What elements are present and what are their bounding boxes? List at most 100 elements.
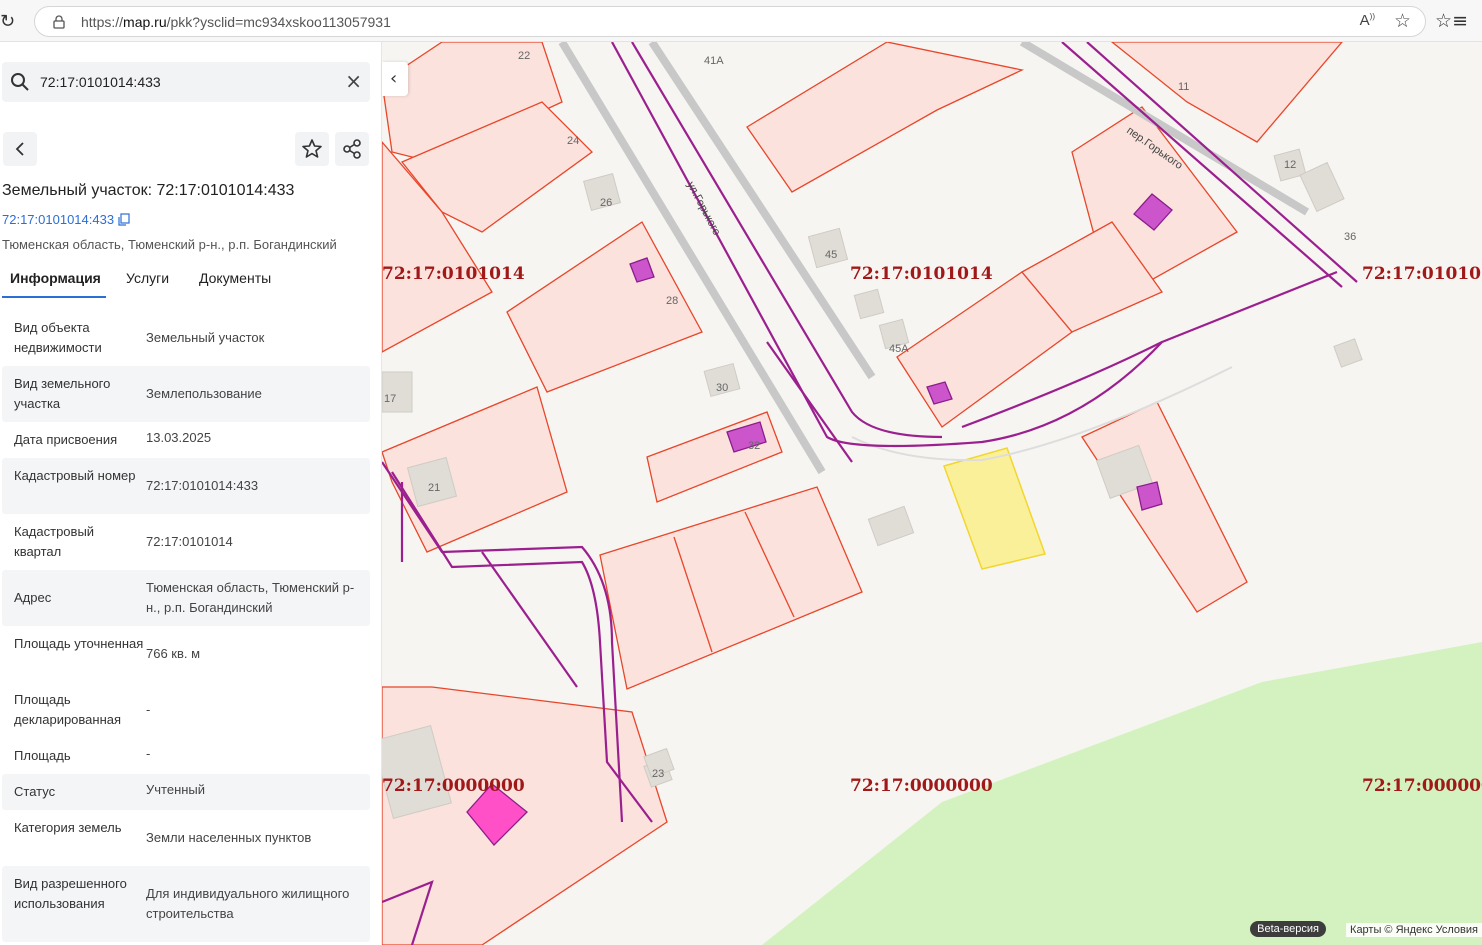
street-label: ул.Горького (684, 180, 722, 238)
house-number: 22 (518, 50, 530, 62)
browser-toolbar: ↻ https://map.ru/pkk?ysclid=mc934xskoo11… (0, 0, 1482, 42)
house-number: 41А (704, 55, 724, 67)
object-address: Тюменская область, Тюменский р-н., р.п. … (2, 237, 337, 252)
parcel[interactable] (746, 42, 1025, 193)
parcel[interactable] (506, 221, 703, 393)
share-button[interactable] (335, 132, 369, 166)
quarter-label: 72:17:000000 (1362, 776, 1482, 796)
property-row: Площадь декларированная - (2, 682, 370, 738)
property-key: Площадь уточненная (14, 636, 144, 651)
house-number: 17 (384, 393, 396, 405)
property-key: Вид объекта недвижимости (14, 320, 102, 355)
property-row: Кадастровый номер 72:17:0101014:433 (2, 458, 370, 514)
property-value: - (146, 746, 151, 761)
property-key: Кадастровый квартал (14, 524, 95, 559)
beta-badge[interactable]: Beta-версия (1250, 921, 1326, 937)
selected-parcel[interactable] (943, 447, 1046, 570)
property-value: Земельный участок (146, 330, 265, 345)
url-text[interactable]: https://map.ru/pkk?ysclid=mc934xskoo1130… (81, 14, 391, 30)
building (807, 227, 849, 269)
tabs: Информация Услуги Документы (2, 267, 372, 298)
property-key: Площадь (14, 748, 71, 763)
property-value: Учтенный (146, 782, 206, 797)
house-number: 30 (716, 382, 728, 394)
star-icon[interactable]: ☆ (1394, 10, 1411, 32)
utility-line (481, 551, 578, 688)
favorite-button[interactable] (295, 132, 329, 166)
house-number: 26 (600, 197, 612, 209)
property-key: Статус (14, 784, 56, 799)
quarter-label: 72:17:010101 (1362, 264, 1482, 284)
property-value: Земли населенных пунктов (146, 830, 312, 845)
house-number: 28 (666, 295, 678, 307)
building (382, 371, 413, 413)
chevron-left-icon (15, 142, 24, 156)
property-row: Статус Учтенный (2, 774, 370, 810)
property-value: 13.03.2025 (146, 430, 212, 445)
property-key: Площадь декларированная (14, 692, 122, 727)
search-input[interactable] (40, 70, 330, 94)
tab-info[interactable]: Информация (10, 270, 101, 286)
property-row: Вид земельного участка Землепользование (2, 366, 370, 422)
map-copyright[interactable]: Карты © Яндекс Условия (1346, 923, 1482, 937)
map-canvas[interactable]: 72:17:0101014 72:17:0101014 72:17:010101… (382, 42, 1482, 945)
property-value: Тюменская область, Тюменский р-н., р.п. … (146, 580, 355, 615)
property-key: Вид разрешенного использования (14, 876, 127, 911)
building (867, 505, 915, 547)
property-key: Вид земельного участка (14, 376, 111, 411)
close-icon[interactable]: × (345, 71, 362, 91)
property-key: Категория земель (14, 820, 122, 835)
property-row: Кадастровый квартал 72:17:0101014 (2, 514, 370, 570)
house-number: 45 (825, 249, 837, 261)
parcel[interactable] (599, 486, 863, 690)
star-outline-icon (302, 139, 322, 158)
house-number: 23 (652, 768, 664, 780)
cadastral-number-link[interactable]: 72:17:0101014:433 (2, 212, 114, 227)
building-mark[interactable] (1136, 481, 1163, 511)
share-icon (343, 139, 361, 159)
chevron-left-icon: ‹ (390, 68, 398, 89)
read-aloud-icon[interactable]: A)) (1360, 12, 1375, 29)
parcel[interactable] (646, 411, 783, 503)
copy-icon[interactable] (118, 213, 130, 226)
favorites-icon[interactable]: ☆≡ (1435, 10, 1468, 32)
house-number: 24 (567, 135, 579, 147)
property-row: Площадь - (2, 738, 370, 774)
property-value: - (146, 702, 151, 717)
properties-table: Вид объекта недвижимости Земельный участ… (2, 310, 370, 942)
quarter-label: 72:17:0101014 (382, 264, 525, 284)
search-icon (11, 73, 29, 91)
building (853, 288, 885, 320)
property-row: Вид разрешенного использования Для индив… (2, 866, 370, 942)
building (1333, 338, 1363, 368)
property-row: Категория земель Земли населенных пункто… (2, 810, 370, 866)
property-row: Площадь уточненная 766 кв. м (2, 626, 370, 682)
property-value: Землепользование (146, 386, 262, 401)
quarter-label: 72:17:0000000 (850, 776, 993, 796)
property-value: Для индивидуального жилищного строительс… (146, 886, 350, 921)
property-row: Вид объекта недвижимости Земельный участ… (2, 310, 370, 366)
house-number: 32 (748, 440, 760, 452)
tab-services[interactable]: Услуги (126, 270, 169, 286)
parcel[interactable] (1081, 401, 1248, 613)
lock-icon (53, 15, 65, 29)
search-box: × (2, 62, 370, 102)
reload-icon[interactable]: ↻ (0, 11, 16, 32)
tab-documents[interactable]: Документы (199, 270, 271, 286)
active-tab-indicator (2, 296, 106, 298)
property-value: 766 кв. м (146, 646, 201, 661)
quarter-label: 72:17:0101014 (850, 264, 993, 284)
house-number: 12 (1284, 159, 1296, 171)
address-bar[interactable]: https://map.ru/pkk?ysclid=mc934xskoo1130… (34, 6, 1426, 37)
info-sidebar: × Земельный участок: 72:17:0101014:433 7… (0, 42, 382, 945)
house-number: 11 (1178, 81, 1189, 93)
back-button[interactable] (3, 132, 37, 166)
object-title: Земельный участок: 72:17:0101014:433 (2, 182, 295, 199)
property-value: 72:17:0101014:433 (146, 478, 259, 493)
property-row: Дата присвоения 13.03.2025 (2, 422, 370, 458)
map-layer[interactable]: 72:17:0101014 72:17:0101014 72:17:010101… (382, 42, 1482, 945)
property-row: Адрес Тюменская область, Тюменский р-н.,… (2, 570, 370, 626)
house-number: 21 (428, 482, 440, 494)
collapse-sidebar-button[interactable]: ‹ (382, 62, 408, 96)
building (1299, 161, 1345, 213)
